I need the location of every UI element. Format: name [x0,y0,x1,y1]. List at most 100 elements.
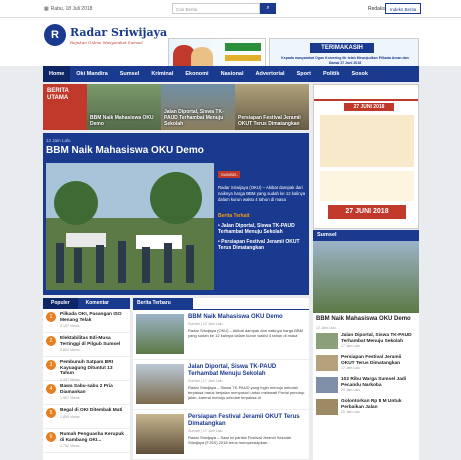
view-count: 2.834 Views [60,348,80,352]
view-count: 1.859 Views [60,414,80,419]
nav-item-politik[interactable]: Politik [317,66,346,82]
list-item[interactable]: 3 Pembunuh Satpam BRI Kayuagung Dituntut… [43,357,130,382]
search-icon: ⌕ [266,5,270,11]
breaking-title: Jalan Diportal, Siswa TK-PAUD Terhambat … [164,109,224,127]
popular-widget: Populer Komentar 1 Pilkada OKI, Pasangan… [43,298,130,460]
list-item[interactable]: Persiapan Festival Jeramii OKUT Terus Di… [313,352,419,374]
tab-populer[interactable]: Populer [43,298,78,309]
news-post[interactable]: BBM Naik Mahasiswa OKU Demo Sumsel | 12 … [133,310,309,360]
headline-excerpt: Radar Sriwijaya (OKU) – Akibat dampak da… [218,185,306,202]
breaking-title: BBM Naik Mahasiswa OKU Demo [90,115,154,127]
post-title[interactable]: BBM Naik Mahasiswa OKU Demo [188,314,306,321]
post-title[interactable]: Jalan Diportal, Siswa TK-PAUD Terhambat … [188,364,306,378]
ad-date-top: 27 JUNI 2018 [344,103,394,111]
related-link[interactable]: • Persiapan Festival Jeramii OKUT Terus … [218,239,306,251]
popular-title: Elektabilitas Edi-Musa Tertinggi di Pilg… [60,336,121,347]
related-link[interactable]: • Jalan Diportal, Siswa TK-PAUD Terhamba… [218,223,306,235]
rank-badge: 5 [46,408,56,418]
tab-komentar[interactable]: Komentar [78,298,117,309]
item-thumb [316,355,338,371]
post-thumb[interactable] [136,314,184,354]
item-meta: 17 Jam Lalu [341,366,361,370]
sidebar-ad-banner[interactable]: 27 JUNI 2018 27 JUNI 2018 [313,84,419,229]
banner-text: Kepada masyarakat Ogan Komering Ilir tel… [281,56,409,65]
breaking-card[interactable]: Persiapan Festival Jeramii OKUT Terus Di… [235,84,309,130]
nav-item-sumsel[interactable]: Sumsel [114,66,146,82]
post-meta: Sumsel | 17 Jam Lalu [188,429,223,433]
site-logo[interactable]: R Radar Sriwijaya Rujukan Online Masyara… [44,24,167,46]
news-post[interactable]: Persiapan Festival Jeramii OKUT Terus Di… [133,410,309,460]
item-title: Persiapan Festival Jeramii OKUT Terus Di… [341,355,402,366]
post-excerpt: Radar Sriwijaya (OKU) – Akibat dampak da… [188,328,303,338]
breaking-title: Persiapan Festival Jeramii OKUT Terus Di… [238,115,301,127]
nav-item-sport[interactable]: Sport [291,66,317,82]
banner-ribbon: TERIMAKASIH [310,43,374,53]
sumsel-widget: Sumsel BBM Naik Mahasiswa OKU Demo 12 Ja… [313,230,419,460]
nav-item-nasional[interactable]: Nasional [215,66,250,82]
headline-title[interactable]: BBM Naik Mahasiswa OKU Demo [46,145,204,156]
ad-date-bottom: 27 JUNI 2018 [328,205,406,219]
search-button[interactable]: ⌕ [260,3,276,14]
logo-tagline: Rujukan Online Masyarakat Sumsel [70,39,143,45]
rank-badge: 1 [46,312,56,322]
item-meta: 20 Jam Lalu [341,388,361,392]
breaking-card[interactable]: BBM Naik Mahasiswa OKU Demo [87,84,161,130]
nav-item-sosok[interactable]: Sosok [345,66,374,82]
main-navigation: Home Oki Mandira Sumsel Kriminal Ekonomi… [43,66,419,82]
list-item[interactable]: 6 Rumah Penguasha Kerupuk di Kambang OKI… [43,429,130,453]
nav-item-ekonomi[interactable]: Ekonomi [179,66,214,82]
post-thumb[interactable] [136,414,184,454]
post-title[interactable]: Persiapan Festival Jeramii OKUT Terus Di… [188,414,306,428]
nav-item-oki-mandira[interactable]: Oki Mandira [70,66,113,82]
list-item[interactable]: Golontorkan Rp 8 M Untuk Perbaikan Jalan… [313,396,419,418]
headline-meta: 12 Jam Lalu [46,138,71,143]
rank-badge: 3 [46,360,56,370]
search-input[interactable]: Cari Berita [172,3,260,14]
logo-title: Radar Sriwijaya [70,25,168,39]
item-thumb [316,399,338,415]
item-title: Jalan Diportal, Siswa TK-PAUD Terhambat … [341,333,412,344]
related-heading: Berita Terkait [218,213,250,219]
breaking-card[interactable]: Jalan Diportal, Siswa TK-PAUD Terhambat … [161,84,235,130]
post-thumb[interactable] [136,364,184,404]
popular-title: Pilkada OKI, Pasangan ISO Menang Telak [60,312,122,323]
headline-image[interactable] [46,163,214,290]
date-text: Rabu, 18 Juli 2018 [50,6,93,12]
rank-badge: 2 [46,336,56,346]
post-meta: Sumsel | 17 Jam Lalu [188,379,223,383]
date-display: ▦ Rabu, 18 Juli 2018 [44,6,92,12]
rank-badge: 4 [46,384,56,394]
list-item[interactable]: Jalan Diportal, Siswa TK-PAUD Terhambat … [313,330,419,352]
popular-title: Begal di OKI Ditembak Mati [60,408,123,413]
list-item[interactable]: 5 Begal di OKI Ditembak Mati 1.859 Views [43,405,130,429]
latest-news: Berita Terbaru BBM Naik Mahasiswa OKU De… [133,298,309,460]
sumsel-feature-title[interactable]: BBM Naik Mahasiswa OKU Demo [313,313,419,326]
breaking-label: BERITA UTAMA [43,84,87,130]
item-title: Golontorkan Rp 8 M Untuk Perbaikan Jalan [341,399,402,410]
post-meta: Sumsel | 12 Jam Lalu [188,322,223,326]
popular-title: Pembunuh Satpam BRI Kayuagung Dituntut 1… [60,360,114,376]
nav-item-home[interactable]: Home [43,66,71,82]
latest-news-heading: Berita Terbaru [133,298,193,309]
list-item[interactable]: 4 Bawa Sabu-sabu 2 Pria Diamankan 1.967 V… [43,381,130,405]
category-badge[interactable]: SUMSEL [218,171,241,178]
breaking-news-strip: BERITA UTAMA BBM Naik Mahasiswa OKU Demo… [43,84,309,130]
headline-article: 12 Jam Lalu BBM Naik Mahasiswa OKU Demo … [43,133,309,295]
list-item[interactable]: 102 Ribu Warga Sumsel Jadi Pecandu Narko… [313,374,419,396]
post-excerpt: Radar Sriwijaya – Saat ini panitia Festi… [188,435,292,445]
item-thumb [316,333,338,349]
list-item[interactable]: 2 Elektabilitas Edi-Musa Tertinggi di Pi… [43,333,130,357]
item-thumb [316,377,338,393]
view-count: 2.437 Views [60,377,80,382]
sumsel-feature-image[interactable] [313,241,419,313]
nav-item-advertorial[interactable]: Advertorial [250,66,291,82]
list-item[interactable]: 1 Pilkada OKI, Pasangan ISO Menang Telak… [43,309,130,333]
site-header: R Radar Sriwijaya Rujukan Online Masyara… [0,18,461,80]
popular-title: Rumah Penguasha Kerupuk di Kambang OKI..… [60,432,124,443]
logo-mark-icon: R [44,24,66,46]
sumsel-heading: Sumsel [313,230,419,241]
nav-item-kriminal[interactable]: Kriminal [145,66,179,82]
post-excerpt: Radar Sriwijaya – Siswa TK-PAUD yang ing… [188,385,305,400]
indeks-berita-button[interactable]: Indeks Berita [385,3,422,14]
news-post[interactable]: Jalan Diportal, Siswa TK-PAUD Terhambat … [133,360,309,410]
